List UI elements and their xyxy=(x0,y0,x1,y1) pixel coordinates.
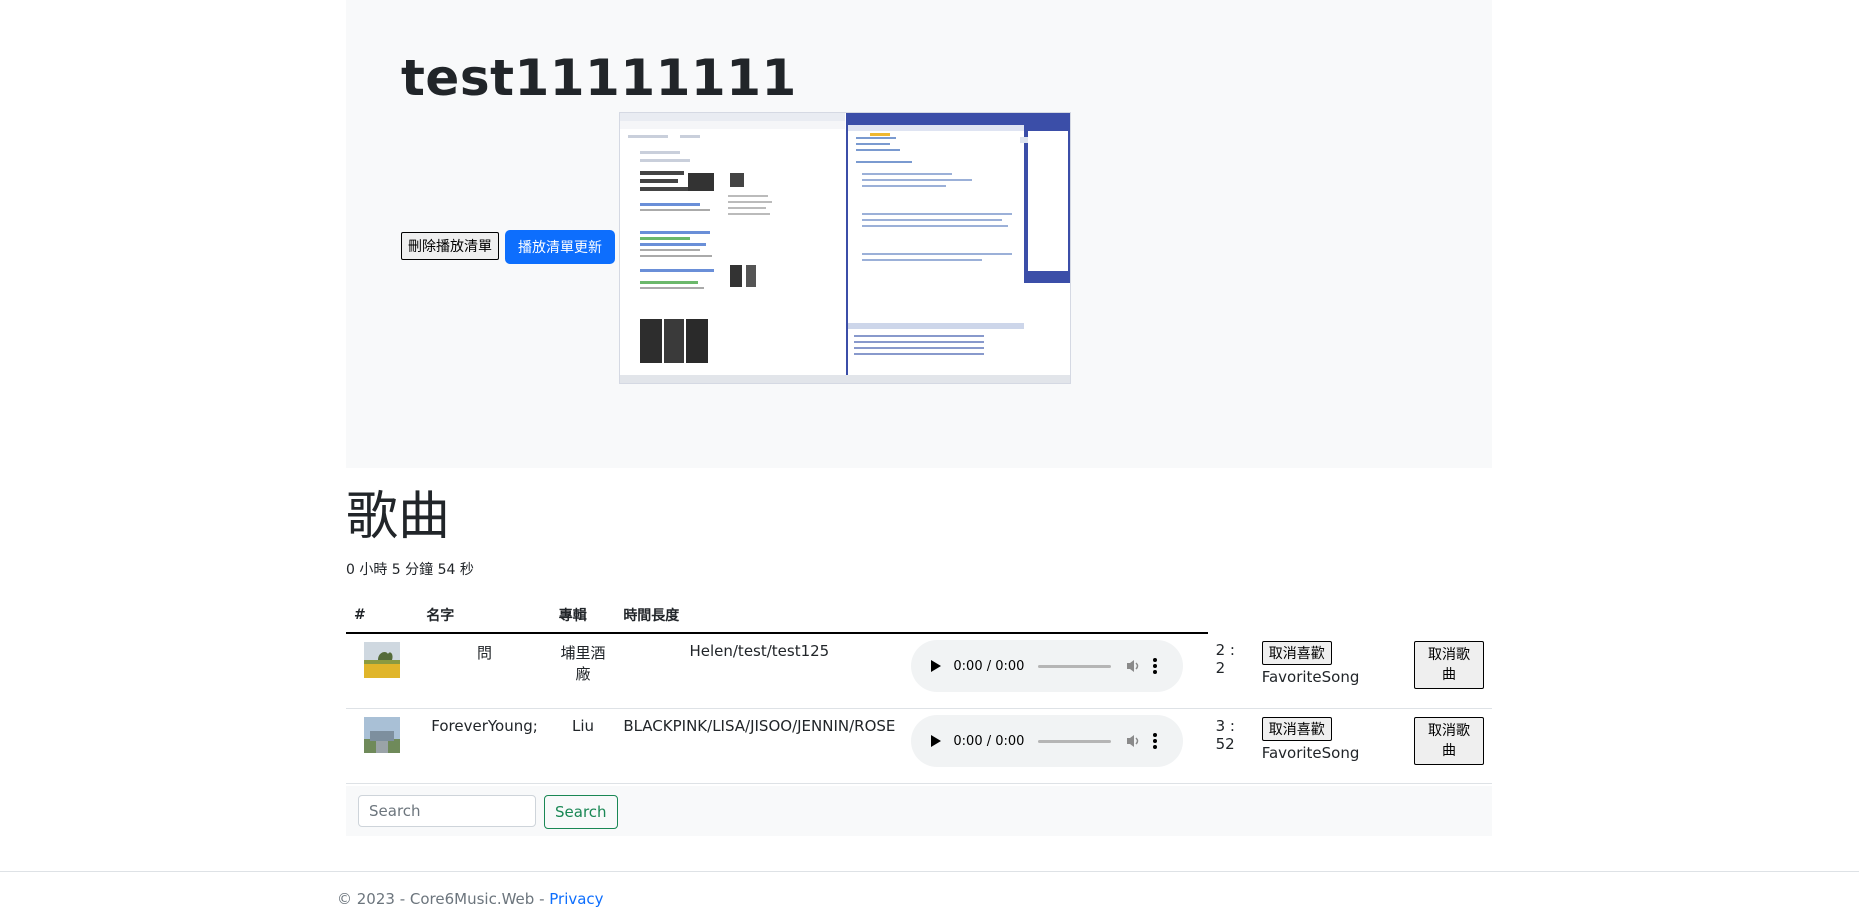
favorite-label: FavoriteSong xyxy=(1261,668,1360,686)
column-header-player xyxy=(903,598,1208,634)
playlist-total-duration: 0 小時 5 分鐘 54 秒 xyxy=(346,562,474,578)
table-row: 問 埔里酒廠 Helen/test/test125 0:00 / 0:00 2 … xyxy=(346,633,1492,709)
playlist-cover-image xyxy=(619,112,1071,384)
search-bar: Search xyxy=(346,786,1492,836)
search-input[interactable] xyxy=(358,795,536,827)
update-playlist-button[interactable]: 播放清單更新 xyxy=(505,230,615,264)
song-album: Liu xyxy=(550,708,616,784)
column-header-blank-1 xyxy=(1208,598,1254,633)
unfavorite-button[interactable]: 取消喜歡 xyxy=(1261,717,1332,741)
volume-icon[interactable] xyxy=(1125,733,1143,749)
audio-player[interactable]: 0:00 / 0:00 xyxy=(911,640,1184,692)
more-options-icon[interactable] xyxy=(1153,733,1158,749)
audio-time: 0:00 / 0:00 xyxy=(953,733,1025,749)
songs-table: # 名字 專輯 時間長度 問 埔里酒廠 Helen/test/test125 0… xyxy=(346,598,1492,784)
song-duration: 2 : 2 xyxy=(1207,633,1254,709)
footer-copyright: © 2023 - Core6Music.Web - xyxy=(337,890,550,908)
song-duration: 3 : 52 xyxy=(1207,708,1254,784)
unfavorite-button[interactable]: 取消喜歡 xyxy=(1261,641,1332,665)
footer: © 2023 - Core6Music.Web - Privacy xyxy=(0,871,1859,908)
column-header-duration: 時間長度 xyxy=(615,598,904,634)
remove-cell: 取消歌曲 xyxy=(1406,708,1492,784)
playlist-title: test11111111 xyxy=(401,49,797,107)
audio-player-cell: 0:00 / 0:00 xyxy=(903,633,1208,709)
song-thumbnail xyxy=(364,642,400,678)
play-icon[interactable] xyxy=(931,660,942,672)
favorite-cell: 取消喜歡 FavoriteSong xyxy=(1253,633,1406,709)
table-row: ForeverYoung; Liu BLACKPINK/LISA/JISOO/J… xyxy=(346,708,1492,784)
remove-song-button[interactable]: 取消歌曲 xyxy=(1414,641,1484,689)
song-artist: Helen/test/test125 xyxy=(615,633,904,709)
column-header-blank-3 xyxy=(1406,598,1492,633)
favorite-cell: 取消喜歡 FavoriteSong xyxy=(1253,708,1406,784)
more-options-icon[interactable] xyxy=(1153,658,1158,674)
remove-cell: 取消歌曲 xyxy=(1406,633,1492,709)
column-header-album: 專輯 xyxy=(550,598,616,634)
audio-player[interactable]: 0:00 / 0:00 xyxy=(911,715,1184,767)
song-thumbnail-cell xyxy=(346,708,419,784)
play-icon[interactable] xyxy=(931,735,942,747)
song-thumbnail xyxy=(364,717,400,753)
search-button[interactable]: Search xyxy=(544,795,618,829)
column-header-blank-2 xyxy=(1254,598,1406,633)
song-album: 埔里酒廠 xyxy=(550,633,616,709)
column-header-index: # xyxy=(346,598,419,634)
songs-section-title: 歌曲 xyxy=(346,487,451,547)
seek-slider[interactable] xyxy=(1038,739,1112,743)
song-artist: BLACKPINK/LISA/JISOO/JENNIN/ROSE xyxy=(615,708,904,784)
audio-player-cell: 0:00 / 0:00 xyxy=(903,708,1208,784)
audio-time: 0:00 / 0:00 xyxy=(953,658,1025,674)
table-header-row: # 名字 專輯 時間長度 xyxy=(346,598,1492,634)
seek-slider[interactable] xyxy=(1038,664,1112,668)
playlist-header: test11111111 刪除播放清單 播放清單更新 xyxy=(346,0,1492,468)
remove-song-button[interactable]: 取消歌曲 xyxy=(1414,717,1484,765)
footer-text-container: © 2023 - Core6Music.Web - Privacy xyxy=(337,890,604,908)
main-container: test11111111 刪除播放清單 播放清單更新 歌曲 0 小時 5 分鐘 … xyxy=(346,0,1492,836)
privacy-link[interactable]: Privacy xyxy=(549,890,603,908)
column-header-name: 名字 xyxy=(418,598,551,634)
cover-screenshot-graphic xyxy=(620,113,1070,383)
delete-playlist-button[interactable]: 刪除播放清單 xyxy=(401,232,499,260)
song-name: ForeverYoung; xyxy=(418,708,551,784)
song-name: 問 xyxy=(418,633,551,709)
favorite-label: FavoriteSong xyxy=(1261,744,1360,762)
volume-icon[interactable] xyxy=(1125,658,1143,674)
song-thumbnail-cell xyxy=(346,633,419,709)
